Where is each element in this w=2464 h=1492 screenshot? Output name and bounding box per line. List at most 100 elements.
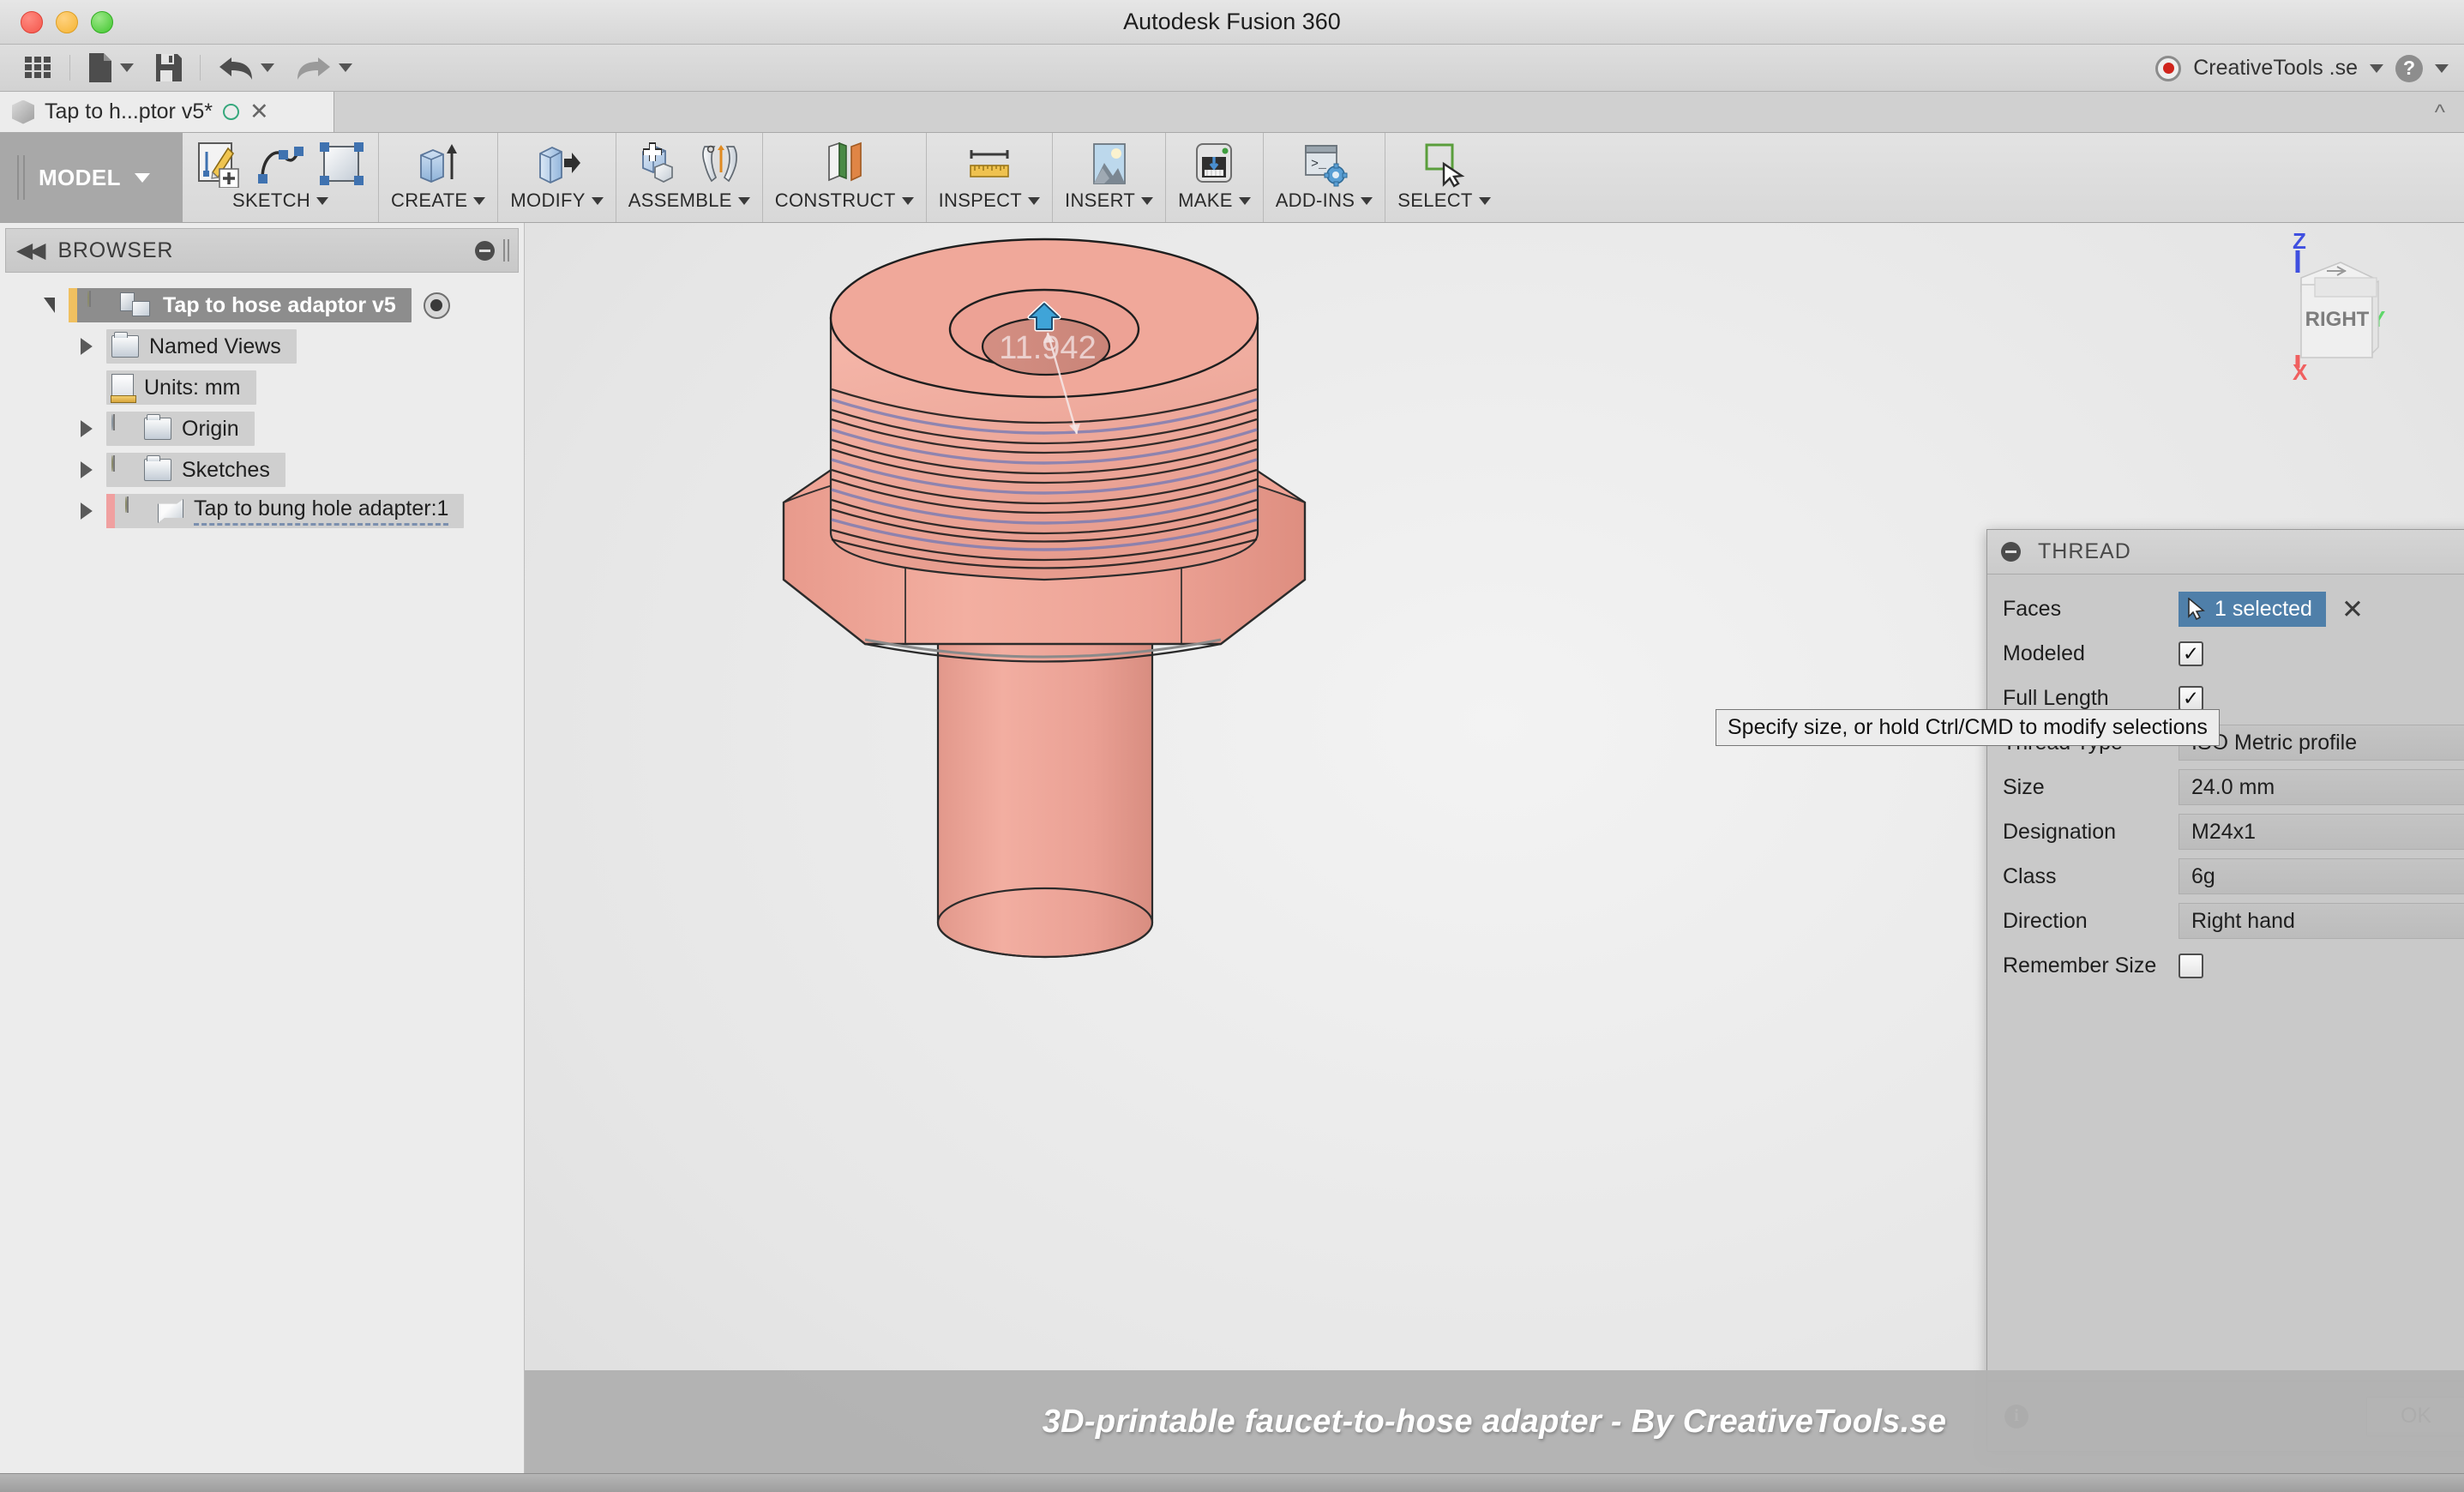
chevron-down-icon[interactable]	[737, 196, 750, 205]
document-tab[interactable]: Tap to h...ptor v5* ✕	[0, 92, 334, 132]
redo-button[interactable]	[285, 48, 363, 87]
offset-plane-icon[interactable]	[820, 140, 868, 188]
tree-item-root[interactable]: Tap to hose adaptor v5	[69, 288, 412, 322]
ribbon-group-construct[interactable]: CONSTRUCT	[763, 133, 927, 222]
modeled-checkbox[interactable]: ✓	[2179, 641, 2203, 666]
new-component-icon[interactable]	[634, 140, 682, 188]
tree-item-origin[interactable]: Origin	[106, 412, 255, 446]
bulb-on-icon[interactable]	[111, 455, 134, 484]
chevron-down-icon[interactable]	[316, 196, 329, 205]
new-file-button[interactable]	[76, 48, 144, 87]
quick-access-toolbar: CreativeTools .se ?	[0, 45, 2464, 92]
account-name[interactable]: CreativeTools .se	[2193, 56, 2358, 81]
grip-icon[interactable]	[503, 239, 509, 262]
ribbon-group-make[interactable]: MAKE	[1166, 133, 1264, 222]
bulb-on-icon[interactable]	[125, 496, 147, 525]
chevron-down-icon[interactable]	[1238, 196, 1251, 205]
window-controls[interactable]	[21, 10, 113, 33]
file-icon	[89, 53, 111, 82]
ribbon-label-make: MAKE	[1178, 190, 1233, 211]
record-icon[interactable]	[2155, 55, 2182, 81]
spline-icon[interactable]	[256, 140, 304, 188]
scripts-addins-icon[interactable]: >_	[1300, 140, 1348, 188]
thread-dialog[interactable]: THREAD Faces 1 selected ✕ Modeled ✓ Full…	[1986, 529, 2464, 1452]
double-chevron-left-icon[interactable]: ◀◀	[16, 238, 46, 263]
tree-row-origin[interactable]: Origin	[0, 408, 524, 449]
full-length-checkbox[interactable]: ✓	[2179, 685, 2203, 711]
twisty-closed-icon[interactable]	[67, 338, 106, 355]
field-designation: Designation M24x1	[2003, 809, 2464, 854]
chevron-down-icon[interactable]	[591, 196, 604, 205]
visibility-radio-icon[interactable]	[423, 292, 450, 319]
app-grid-button[interactable]	[12, 48, 63, 87]
bulb-off-icon[interactable]	[111, 414, 134, 442]
tree-item-named-views[interactable]: Named Views	[106, 329, 297, 364]
size-dropdown[interactable]: 24.0 mm	[2179, 769, 2464, 805]
ribbon-group-sketch[interactable]: SKETCH	[183, 133, 379, 222]
rectangle-icon[interactable]	[318, 140, 366, 188]
new-file-caret-icon[interactable]	[120, 63, 134, 72]
twisty-closed-icon[interactable]	[67, 420, 106, 437]
tree-item-body[interactable]: Tap to bung hole adapter:1	[106, 494, 465, 528]
designation-dropdown[interactable]: M24x1	[2179, 814, 2464, 850]
joint-icon[interactable]	[696, 140, 744, 188]
tree-item-sketches[interactable]: Sketches	[106, 453, 285, 487]
tree-row-body[interactable]: Tap to bung hole adapter:1	[0, 490, 524, 532]
select-window-icon[interactable]	[1420, 140, 1468, 188]
save-button[interactable]	[144, 48, 194, 87]
chevron-down-icon[interactable]	[901, 196, 914, 205]
ribbon-group-select[interactable]: SELECT	[1385, 133, 1502, 222]
tree-row-sketches[interactable]: Sketches	[0, 449, 524, 490]
workspace-switcher[interactable]: MODEL	[0, 133, 183, 222]
account-caret-icon[interactable]	[2370, 63, 2383, 73]
chevron-down-icon[interactable]	[1478, 196, 1491, 205]
close-icon[interactable]: ✕	[249, 100, 269, 123]
ribbon-group-addins[interactable]: >_ ADD-INS	[1264, 133, 1386, 222]
help-icon[interactable]: ?	[2395, 54, 2423, 82]
ribbon-group-modify[interactable]: MODIFY	[498, 133, 616, 222]
remember-size-checkbox[interactable]: ✓	[2179, 953, 2203, 978]
maximize-window-button[interactable]	[91, 10, 113, 33]
measure-icon[interactable]	[965, 140, 1013, 188]
chevron-down-icon[interactable]	[134, 172, 150, 183]
help-caret-icon[interactable]	[2435, 63, 2449, 73]
direction-dropdown[interactable]: Right hand	[2179, 903, 2464, 939]
insert-image-icon[interactable]	[1085, 140, 1133, 188]
3d-print-icon[interactable]	[1190, 140, 1238, 188]
ribbon-group-insert[interactable]: INSERT	[1053, 133, 1167, 222]
chevron-down-icon[interactable]	[1141, 196, 1154, 205]
bulb-on-icon[interactable]	[87, 291, 110, 319]
tree-item-units[interactable]: Units: mm	[106, 370, 256, 405]
undo-button[interactable]	[207, 48, 285, 87]
field-label: Faces	[2003, 596, 2062, 621]
close-window-button[interactable]	[21, 10, 43, 33]
tree-row-root[interactable]: Tap to hose adaptor v5	[0, 285, 524, 326]
chevron-down-icon[interactable]	[473, 196, 486, 205]
ribbon-group-inspect[interactable]: INSPECT	[927, 133, 1054, 222]
view-cube[interactable]: Z Y X RIGHT	[2248, 225, 2428, 396]
minimize-window-button[interactable]	[56, 10, 78, 33]
tree-row-units[interactable]: Units: mm	[0, 367, 524, 408]
extrude-icon[interactable]	[414, 140, 462, 188]
twisty-open-icon[interactable]	[29, 298, 69, 313]
press-pull-icon[interactable]	[533, 140, 581, 188]
3d-model[interactable]: 11.942	[775, 237, 1650, 974]
redo-caret-icon[interactable]	[339, 63, 352, 72]
thread-type-dropdown[interactable]: ISO Metric profile	[2179, 725, 2464, 761]
class-dropdown[interactable]: 6g	[2179, 858, 2464, 894]
minus-circle-icon[interactable]	[2001, 542, 2021, 562]
chevron-up-icon[interactable]: ^	[2435, 99, 2445, 125]
ribbon-group-create[interactable]: CREATE	[379, 133, 499, 222]
twisty-closed-icon[interactable]	[67, 502, 106, 520]
tree-row-named-views[interactable]: Named Views	[0, 326, 524, 367]
twisty-closed-icon[interactable]	[67, 461, 106, 478]
viewport-canvas[interactable]: Z Y X RIGHT	[525, 223, 2464, 1473]
create-sketch-icon[interactable]	[195, 140, 243, 189]
chevron-down-icon[interactable]	[1028, 196, 1041, 205]
chevron-down-icon[interactable]	[1361, 196, 1373, 205]
minus-circle-icon[interactable]	[475, 240, 495, 261]
undo-caret-icon[interactable]	[261, 63, 274, 72]
ribbon-group-assemble[interactable]: ASSEMBLE	[616, 133, 763, 222]
faces-selection-chip[interactable]: 1 selected	[2179, 591, 2326, 627]
clear-selection-icon[interactable]: ✕	[2341, 596, 2364, 623]
